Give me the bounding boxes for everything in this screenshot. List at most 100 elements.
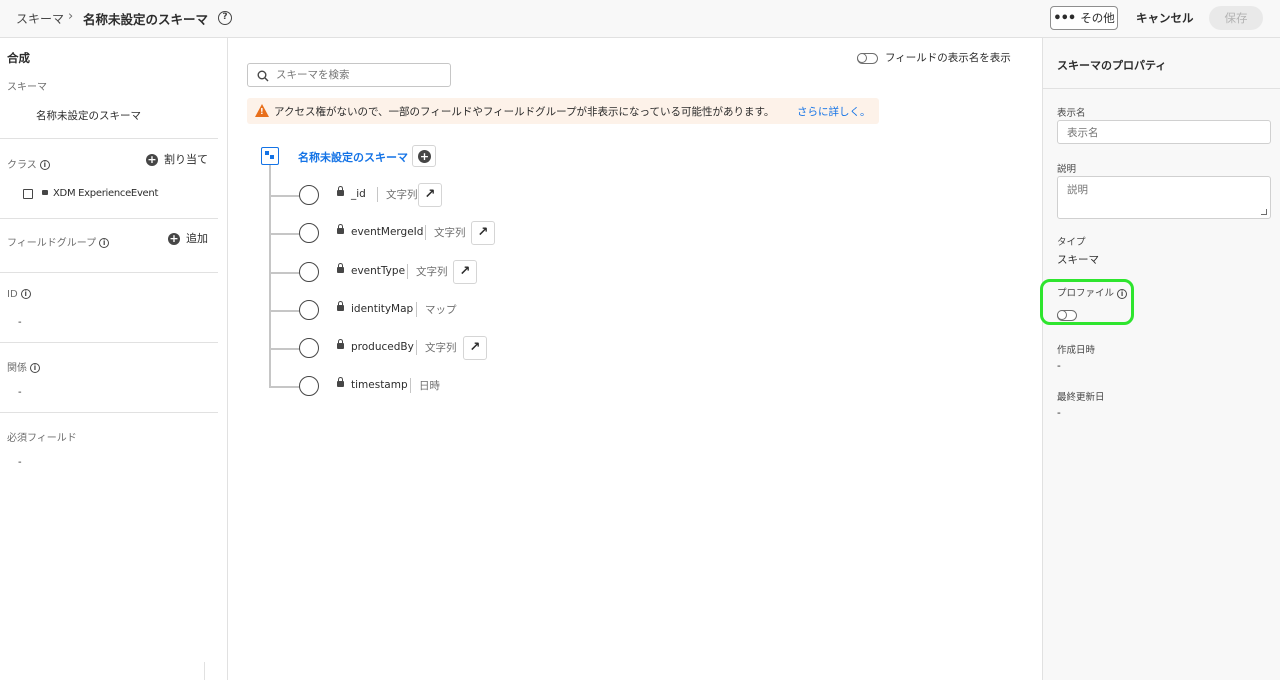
add-fieldgroup-button[interactable]: + 追加 — [168, 230, 208, 246]
profile-highlight-box — [1040, 279, 1134, 325]
relation-value: - — [18, 387, 22, 398]
help-icon[interactable]: ? — [218, 11, 232, 25]
lock-icon — [337, 186, 344, 196]
tree-branch — [269, 310, 301, 312]
schema-tree-icon — [261, 147, 279, 165]
divider — [0, 138, 218, 139]
display-name-label: 表示名 — [1057, 108, 1086, 119]
tree-branch — [269, 233, 301, 235]
open-arrow-icon[interactable]: ↗ — [453, 260, 477, 284]
search-input[interactable] — [276, 67, 446, 83]
breadcrumb-separator: › — [68, 9, 74, 24]
open-arrow-icon[interactable]: ↗ — [418, 183, 442, 207]
ellipsis-icon: ••• — [1053, 10, 1076, 26]
field-type: 文字列 — [425, 225, 466, 240]
breadcrumb-schemas[interactable]: スキーマ — [16, 10, 64, 27]
tree-branch — [269, 272, 301, 274]
field-name: _id — [351, 188, 366, 200]
field-select-circle[interactable] — [299, 376, 319, 396]
field-row[interactable]: _id 文字列 ↗ — [269, 183, 869, 207]
id-section-label: ID i — [7, 289, 31, 300]
assign-class-button[interactable]: + 割り当て — [146, 151, 208, 167]
add-field-button[interactable]: + — [412, 145, 436, 167]
display-names-toggle[interactable] — [856, 52, 878, 64]
lock-icon — [337, 339, 344, 349]
type-label: タイプ — [1057, 237, 1086, 248]
id-label-text: ID — [7, 289, 18, 300]
id-value: - — [18, 317, 22, 328]
more-button-label: その他 — [1080, 11, 1115, 25]
class-item[interactable]: XDM ExperienceEvent — [53, 188, 158, 199]
relation-section-label: 関係 i — [7, 359, 40, 374]
cancel-button[interactable]: キャンセル — [1130, 6, 1200, 30]
field-select-circle[interactable] — [299, 338, 319, 358]
field-select-circle[interactable] — [299, 223, 319, 243]
field-name: timestamp — [351, 379, 408, 391]
info-icon[interactable]: i — [20, 289, 31, 299]
properties-title: スキーマのプロパティ — [1057, 59, 1167, 72]
field-row[interactable]: eventMergeId 文字列 ↗ — [269, 221, 869, 245]
field-type: 文字列 — [377, 187, 418, 202]
required-value: - — [18, 457, 22, 468]
divider — [204, 662, 205, 680]
field-name: producedBy — [351, 341, 414, 353]
display-names-toggle-label: フィールドの表示名を表示 — [885, 52, 1011, 64]
info-icon[interactable]: i — [39, 160, 50, 170]
fieldgroup-section-label: フィールドグループ i — [7, 234, 110, 249]
assign-label: 割り当て — [164, 153, 208, 166]
display-name-field[interactable] — [1057, 120, 1271, 144]
add-label: 追加 — [186, 232, 208, 245]
warning-text: アクセス権がないので、一部のフィールドやフィールドグループが非表示になっている可… — [274, 106, 775, 118]
lock-icon — [42, 190, 48, 195]
page-title: 名称未設定のスキーマ — [83, 12, 209, 27]
info-icon[interactable]: i — [30, 363, 40, 373]
divider — [0, 272, 218, 273]
search-icon — [257, 70, 269, 82]
description-input[interactable] — [1067, 182, 1263, 212]
schema-root-label[interactable]: 名称未設定のスキーマ — [298, 149, 408, 165]
display-name-input[interactable] — [1067, 126, 1263, 140]
lock-icon — [337, 377, 344, 387]
description-field[interactable] — [1057, 176, 1271, 219]
fieldgroup-label-text: フィールドグループ — [7, 238, 97, 249]
field-row[interactable]: timestamp 日時 — [269, 375, 869, 397]
lock-icon — [337, 263, 344, 273]
info-icon[interactable]: i — [99, 238, 110, 248]
field-name: identityMap — [351, 303, 414, 315]
divider — [0, 342, 218, 343]
more-button[interactable]: ••• その他 — [1050, 6, 1118, 30]
schema-section-label: スキーマ — [7, 82, 47, 93]
field-row[interactable]: eventType 文字列 ↗ — [269, 260, 869, 284]
top-bar: スキーマ › 名称未設定のスキーマ ? ••• その他 キャンセル 保存 — [0, 0, 1280, 38]
field-select-circle[interactable] — [299, 300, 319, 320]
schema-name[interactable]: 名称未設定のスキーマ — [36, 108, 141, 123]
field-type: マップ — [416, 302, 457, 317]
field-name: eventType — [351, 265, 406, 277]
tree-branch — [269, 348, 301, 350]
composition-title: 合成 — [7, 51, 30, 65]
save-button[interactable]: 保存 — [1209, 6, 1263, 30]
lock-icon — [337, 301, 344, 311]
access-warning: ! アクセス権がないので、一部のフィールドやフィールドグループが非表示になってい… — [247, 98, 879, 124]
schema-canvas: フィールドの表示名を表示 ! アクセス権がないので、一部のフィールドやフィールド… — [229, 38, 1042, 680]
divider — [0, 218, 218, 219]
field-select-circle[interactable] — [299, 185, 319, 205]
open-arrow-icon[interactable]: ↗ — [471, 221, 495, 245]
class-label-text: クラス — [7, 160, 37, 171]
class-checkbox[interactable] — [23, 189, 33, 199]
learn-more-link[interactable]: さらに詳しく。 — [797, 104, 871, 119]
field-row[interactable]: producedBy 文字列 ↗ — [269, 336, 869, 360]
composition-panel: 合成 スキーマ 名称未設定のスキーマ クラス i + 割り当て XDM Experi… — [0, 38, 228, 680]
class-section-label: クラス i — [7, 156, 50, 171]
field-select-circle[interactable] — [299, 262, 319, 282]
schema-properties-panel: スキーマのプロパティ 表示名 説明 タイプ スキーマ プロファイルi 作成日時 … — [1042, 38, 1280, 680]
modified-value: - — [1057, 407, 1061, 419]
divider — [0, 412, 218, 413]
schema-search[interactable] — [247, 63, 451, 87]
open-arrow-icon[interactable]: ↗ — [463, 336, 487, 360]
add-circle-icon: + — [146, 153, 158, 166]
add-circle-icon: + — [418, 150, 431, 163]
description-label: 説明 — [1057, 164, 1077, 175]
resize-grip-icon[interactable] — [1261, 209, 1267, 215]
field-row[interactable]: identityMap マップ — [269, 299, 869, 321]
